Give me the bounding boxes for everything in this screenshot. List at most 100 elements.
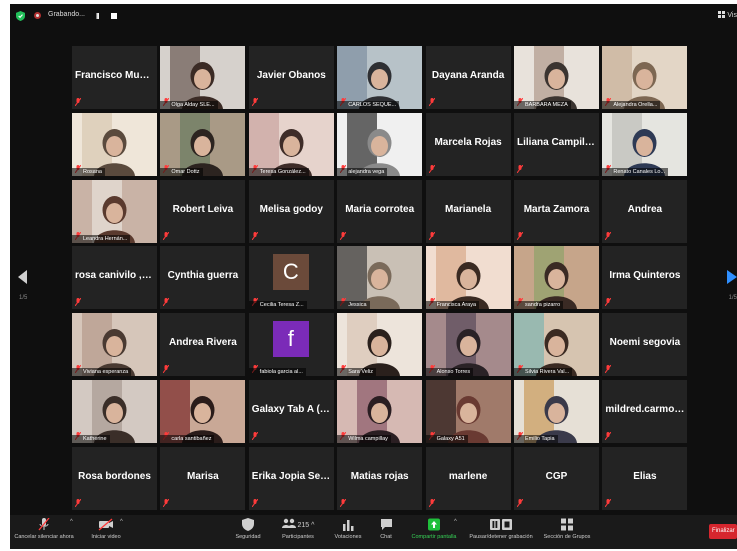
- participant-tile[interactable]: Marta Zamora: [514, 179, 599, 243]
- participants-caret-icon[interactable]: ^: [311, 522, 314, 529]
- muted-mic-icon: [516, 164, 524, 174]
- participant-tile[interactable]: sandra pizarro: [514, 246, 599, 310]
- participant-tile[interactable]: C Cecilia Teresa Z...: [248, 246, 334, 310]
- participant-tile[interactable]: Olga Alday SLE...: [160, 46, 246, 109]
- participant-tile[interactable]: Sara Veliz: [337, 313, 423, 377]
- participant-tile[interactable]: marlene: [425, 446, 511, 510]
- participant-tile[interactable]: Erika Jopia Seura: [248, 446, 334, 510]
- participant-tile[interactable]: Matias rojas: [337, 446, 423, 510]
- participant-tile[interactable]: Robert Leiva: [160, 179, 246, 243]
- participant-tile[interactable]: Javier Obanos: [248, 46, 334, 109]
- pause-recording-icon[interactable]: II: [96, 12, 100, 21]
- participant-tile[interactable]: Alonso Torres: [425, 313, 511, 377]
- muted-mic-icon: [516, 231, 524, 240]
- muted-mic-icon: [162, 231, 170, 240]
- muted-mic-icon: [74, 498, 82, 508]
- participant-tile[interactable]: Liliana Campillay: [514, 112, 599, 176]
- participant-tile[interactable]: Teresa González...: [248, 112, 334, 176]
- next-page-arrow-icon[interactable]: [727, 270, 737, 284]
- page-indicator-right: 1/5: [728, 295, 737, 301]
- polls-button[interactable]: Votaciones: [332, 518, 364, 540]
- participant-tile[interactable]: Marcela Rojas: [425, 112, 511, 176]
- participant-tile[interactable]: Katherine: [72, 380, 157, 443]
- participant-label: BARBARA MEZA: [514, 101, 571, 109]
- participant-label: CARLOS SEQUE...: [337, 101, 400, 109]
- previous-page-arrow-icon[interactable]: [18, 270, 28, 284]
- participant-tile[interactable]: Marisa: [160, 446, 246, 510]
- participant-tile[interactable]: Elias: [602, 446, 688, 510]
- participant-tile[interactable]: CGP: [514, 446, 599, 510]
- polls-label: Votaciones: [334, 534, 362, 540]
- participant-tile[interactable]: f fabiola garcia al...: [248, 313, 334, 377]
- participant-name: Francisco Muño...: [75, 70, 154, 81]
- participant-name: Maria corrotea: [345, 203, 415, 215]
- participant-tile[interactable]: Rosana: [72, 112, 157, 176]
- participant-tile[interactable]: Andrea Rivera: [160, 313, 246, 377]
- participant-video: [514, 380, 599, 443]
- share-screen-button[interactable]: Compartir pantalla: [408, 518, 460, 540]
- pause-stop-recording-button[interactable]: Pausar/detener grabación: [466, 518, 536, 540]
- participant-tile[interactable]: CARLOS SEQUE...: [337, 46, 423, 109]
- chat-icon: [380, 519, 392, 530]
- zoom-meeting-window: Grabando... II Vis 1/5 1/5 Francisco Muñ…: [10, 4, 737, 549]
- participant-tile[interactable]: Emilio Tapia: [514, 380, 599, 443]
- participant-label: Silvia Rivera Val...: [514, 368, 573, 377]
- participant-tile[interactable]: Leandra Hernán...: [72, 179, 157, 243]
- participant-tile[interactable]: BARBARA MEZA: [514, 46, 599, 109]
- audio-options-caret-icon[interactable]: ^: [70, 519, 73, 525]
- participant-tile[interactable]: Cynthia guerra: [160, 246, 246, 310]
- participant-tile[interactable]: Galaxy Tab A (8....: [248, 380, 334, 443]
- participant-name: Andrea Rivera: [168, 337, 237, 349]
- participant-label: sandra pizarro: [514, 301, 564, 310]
- participants-icon: [281, 518, 296, 528]
- participant-tile[interactable]: Maria corrotea: [337, 179, 423, 243]
- participant-tile[interactable]: Jessica: [337, 246, 423, 310]
- participant-label: Rosana: [72, 167, 105, 176]
- participant-video: [160, 380, 246, 443]
- breakout-rooms-button[interactable]: Sección de Grupos: [540, 518, 594, 540]
- participants-button[interactable]: 215 ^ Participantes: [276, 518, 320, 540]
- participant-tile[interactable]: Marianela: [425, 179, 511, 243]
- participant-tile[interactable]: Dayana Aranda: [425, 46, 511, 109]
- participant-video: [514, 46, 599, 109]
- end-meeting-button[interactable]: Finalizar: [709, 524, 737, 539]
- participant-tile[interactable]: Renato Canales Lo...: [602, 112, 688, 176]
- participant-name: marlene: [448, 470, 488, 482]
- participant-tile[interactable]: carla santibañez: [160, 380, 246, 443]
- participant-tile[interactable]: Francisca Araya: [425, 246, 511, 310]
- participant-label: Teresa González...: [248, 167, 309, 176]
- top-bar: Grabando... II Vis: [10, 4, 737, 28]
- video-options-caret-icon[interactable]: ^: [120, 519, 123, 525]
- encryption-shield-icon[interactable]: [16, 11, 25, 21]
- participant-tile[interactable]: rosa canivilo , g...: [72, 246, 157, 310]
- security-button[interactable]: Seguridad: [230, 518, 266, 540]
- participant-tile[interactable]: Alejandra Orella...: [602, 46, 688, 109]
- muted-mic-icon: [428, 498, 435, 508]
- view-toggle-button[interactable]: Vis: [718, 11, 737, 19]
- participant-tile[interactable]: Irma Quinteros: [602, 246, 688, 310]
- participant-tile[interactable]: Andrea: [602, 179, 688, 243]
- share-options-caret-icon[interactable]: ^: [454, 519, 457, 525]
- participant-name: CGP: [545, 470, 568, 482]
- participant-tile[interactable]: Melisa godoy: [248, 179, 334, 243]
- stop-recording-icon[interactable]: [111, 13, 117, 19]
- participant-avatar: f: [272, 321, 309, 358]
- participant-tile[interactable]: Noemi segovia: [602, 313, 688, 377]
- recording-indicator-icon: [34, 12, 41, 19]
- chat-button[interactable]: Chat: [374, 518, 398, 540]
- participant-tile[interactable]: Francisco Muño...: [72, 46, 157, 109]
- participant-tile[interactable]: alejandra vega: [337, 112, 423, 176]
- unmute-button[interactable]: Cancelar silenciar ahora: [12, 518, 76, 540]
- participant-name: Marianela: [445, 203, 492, 215]
- participant-tile[interactable]: Silvia Rivera Val...: [514, 313, 599, 377]
- participant-tile[interactable]: Viviana esperanza: [72, 313, 157, 377]
- participant-tile[interactable]: Omar Dottz: [160, 112, 246, 176]
- participant-tile[interactable]: mildred.carmon...: [602, 380, 688, 443]
- participant-name: mildred.carmon...: [605, 404, 685, 415]
- participant-tile[interactable]: Rosa bordones: [72, 446, 157, 510]
- participant-label: Renato Canales Lo...: [602, 167, 669, 176]
- participant-video: [514, 313, 599, 377]
- participant-name: Galaxy Tab A (8....: [251, 404, 331, 415]
- participant-tile[interactable]: Wilma campillay: [337, 380, 423, 443]
- participant-tile[interactable]: Galaxy A51: [425, 380, 511, 443]
